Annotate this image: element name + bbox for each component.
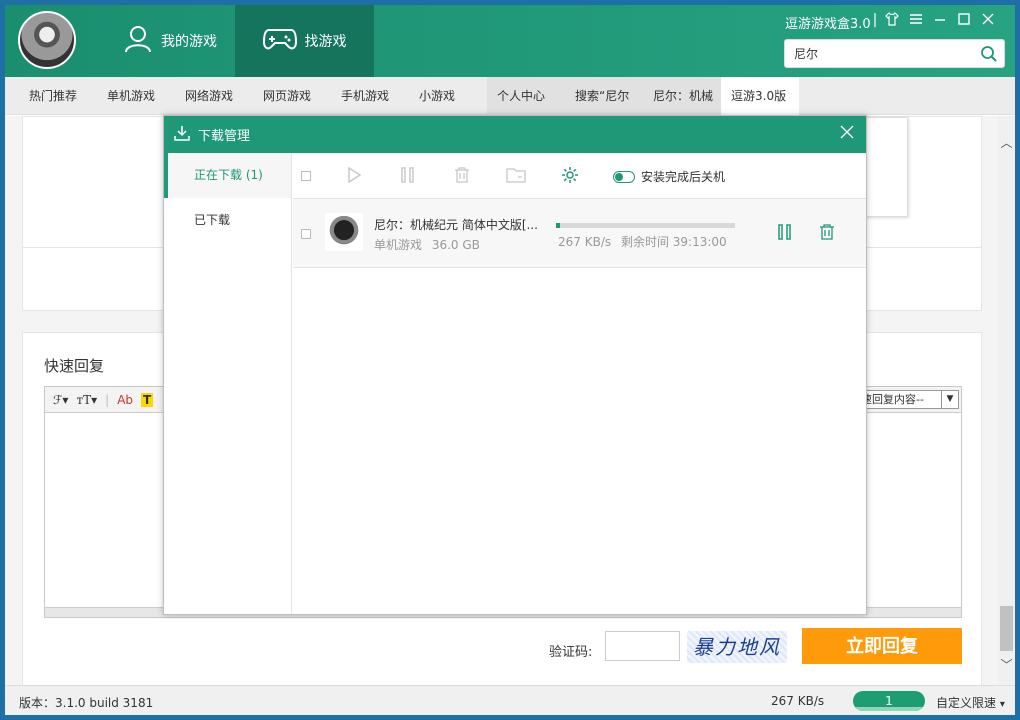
game-category: 单机游戏: [374, 238, 423, 252]
minimize-icon[interactable]: [928, 12, 952, 30]
quick-reply-select[interactable]: 速回复内容-- ▼: [857, 390, 959, 409]
sidebar-item-downloading[interactable]: 正在下载 (1): [164, 153, 291, 198]
search-input[interactable]: [785, 40, 970, 67]
shutdown-option[interactable]: 安装完成后关机: [613, 168, 725, 185]
download-speed: 267 KB/s: [771, 694, 825, 708]
download-manager-dialog: 下载管理 正在下载 (1) 已下载 安装完成后关机 尼尔：机械纪元 简体中文版[…: [163, 115, 867, 615]
tab-find-games[interactable]: 找游戏: [235, 5, 374, 77]
status-bar: 版本：3.1.0 build 3181 267 KB/s 1 自定义限速 ▾: [5, 685, 1015, 715]
category-mobile[interactable]: 手机游戏: [341, 77, 389, 115]
game-size: 36.0 GB: [431, 238, 480, 252]
chevron-down-icon: ▾: [999, 699, 1005, 710]
tab-my-games-label: 我的游戏: [161, 34, 217, 50]
maximize-icon[interactable]: [952, 12, 976, 30]
download-speed-text: 267 KB/s: [558, 235, 612, 249]
download-icon: [174, 125, 190, 145]
version-text: 版本：3.1.0 build 3181: [19, 696, 154, 710]
separator: |: [872, 12, 878, 28]
captcha-input[interactable]: [605, 631, 680, 661]
search-box: [784, 39, 1005, 68]
pause-icon[interactable]: [777, 223, 793, 244]
tab-find-games-label: 找游戏: [304, 34, 347, 50]
category-online[interactable]: 网络游戏: [185, 77, 233, 115]
scroll-down-icon[interactable]: ﹀: [998, 656, 1015, 673]
shirt-icon[interactable]: [880, 11, 904, 30]
tab-my-games[interactable]: 我的游戏: [105, 5, 235, 77]
shutdown-option-label: 安装完成后关机: [641, 170, 726, 184]
scroll-up-icon[interactable]: ︿: [998, 134, 1015, 151]
pause-icon[interactable]: [399, 166, 417, 187]
app-brand: 逗游游戏盒3.0: [785, 17, 871, 32]
speed-limit-label: 自定义限速: [936, 696, 997, 710]
dialog-header: 下载管理: [164, 116, 866, 153]
download-progress: [556, 223, 735, 228]
delete-icon[interactable]: [818, 223, 836, 244]
quick-reply-select-value: 速回复内容--: [861, 393, 924, 406]
download-toolbar: 安装完成后关机: [293, 153, 866, 199]
game-meta: 单机游戏 36.0 GB: [374, 236, 480, 253]
window-controls: |: [870, 11, 1000, 30]
category-hot[interactable]: 热门推荐: [29, 77, 77, 115]
download-row: 尼尔：机械纪元 简体中文版[... 单机游戏 36.0 GB 267 KB/s …: [293, 199, 866, 268]
close-icon[interactable]: [840, 124, 854, 143]
tab-search-result[interactable]: 搜索“尼尔: [565, 77, 643, 115]
category-bar: 热门推荐 单机游戏 网络游戏 网页游戏 手机游戏 小游戏 个人中心 搜索“尼尔 …: [5, 77, 1015, 115]
toolbar-divider: |: [105, 392, 110, 407]
scroll-thumb[interactable]: [1000, 606, 1013, 651]
download-sidebar: 正在下载 (1) 已下载: [164, 153, 292, 614]
download-count-badge[interactable]: 1: [853, 691, 925, 711]
avatar[interactable]: [18, 11, 76, 69]
tab-douyou-3[interactable]: 逗游3.0版: [721, 77, 799, 115]
play-icon[interactable]: [346, 166, 362, 187]
category-mini[interactable]: 小游戏: [419, 77, 455, 115]
captcha-label: 验证码:: [549, 645, 593, 660]
download-list-panel: 安装完成后关机 尼尔：机械纪元 简体中文版[... 单机游戏 36.0 GB 2…: [293, 153, 866, 614]
tab-game-detail[interactable]: 尼尔：机械: [643, 77, 721, 115]
user-icon: [123, 24, 161, 58]
chevron-down-icon: ▼: [941, 391, 958, 408]
folder-icon[interactable]: [506, 166, 526, 187]
highlight-button[interactable]: T: [141, 392, 154, 407]
search-icon[interactable]: [980, 45, 998, 66]
game-name: 尼尔：机械纪元 简体中文版[...: [374, 218, 538, 232]
tab-personal-center[interactable]: 个人中心: [487, 77, 565, 115]
submit-reply-button[interactable]: 立即回复: [802, 628, 962, 664]
settings-icon[interactable]: [561, 166, 579, 187]
page-scrollbar[interactable]: ︿ ﹀: [998, 116, 1015, 685]
gamepad-icon: [262, 26, 305, 56]
download-status: 267 KB/s 剩余时间 39:13:00: [558, 233, 727, 250]
download-remaining: 剩余时间 39:13:00: [620, 235, 727, 249]
delete-icon[interactable]: [453, 166, 471, 187]
shutdown-toggle[interactable]: [613, 170, 635, 183]
app-window: 我的游戏 找游戏 逗游游戏盒3.0 | 热门推荐 单机游戏 网络游戏: [5, 5, 1015, 715]
dialog-title: 下载管理: [198, 129, 251, 144]
checkbox-icon[interactable]: [301, 171, 311, 181]
quick-reply-title: 快速回复: [44, 357, 105, 375]
game-thumbnail: [325, 213, 363, 251]
captcha-image[interactable]: 暴力地风: [687, 631, 787, 663]
close-icon[interactable]: [976, 12, 1000, 30]
speed-limit-button[interactable]: 自定义限速 ▾: [936, 694, 1005, 711]
font-family-button[interactable]: ℱ▾: [53, 393, 68, 407]
category-web[interactable]: 网页游戏: [263, 77, 311, 115]
header: 我的游戏 找游戏 逗游游戏盒3.0 |: [5, 5, 1015, 77]
text-color-button[interactable]: Ab: [117, 393, 133, 407]
row-checkbox[interactable]: [301, 229, 311, 239]
sidebar-item-downloaded[interactable]: 已下载: [164, 198, 291, 243]
font-size-button[interactable]: ᴛT▾: [76, 393, 97, 407]
menu-icon[interactable]: [904, 12, 928, 30]
category-single[interactable]: 单机游戏: [107, 77, 155, 115]
download-progress-fill: [556, 223, 560, 228]
